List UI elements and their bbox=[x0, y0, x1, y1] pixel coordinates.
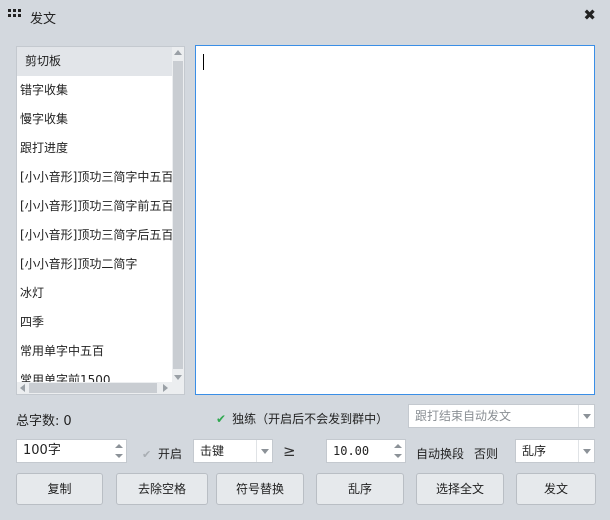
list-item[interactable]: 跟打进度 bbox=[17, 134, 173, 163]
list-item[interactable]: 常用单字中五百 bbox=[17, 337, 173, 366]
shuffle-button[interactable]: 乱序 bbox=[316, 473, 404, 505]
solo-practice-label: 独练（开启后不会发到群中） bbox=[232, 412, 389, 426]
stepper-down-icon[interactable] bbox=[115, 454, 123, 458]
order-dropdown[interactable]: 乱序 bbox=[515, 439, 595, 463]
text-caret bbox=[203, 54, 204, 70]
stepper-down-icon[interactable] bbox=[394, 454, 402, 458]
auto-switch-label: 自动换段 bbox=[416, 447, 465, 461]
total-count: 总字数: 0 bbox=[16, 410, 72, 429]
chars-per-send-stepper[interactable]: 100字 bbox=[16, 439, 127, 463]
close-icon[interactable]: ✖ bbox=[583, 6, 596, 24]
threshold-value: 10.00 bbox=[333, 444, 370, 458]
vertical-scrollbar[interactable] bbox=[172, 47, 184, 383]
chars-per-send-value: 100字 bbox=[23, 443, 61, 458]
open-label: 开启 bbox=[158, 447, 183, 461]
scroll-thumb-horizontal[interactable] bbox=[29, 383, 157, 393]
auto-send-placeholder: 跟打结束自动发文 bbox=[415, 409, 512, 423]
list-item[interactable]: 四季 bbox=[17, 308, 173, 337]
scroll-thumb[interactable] bbox=[173, 61, 183, 369]
scroll-right-icon[interactable] bbox=[163, 384, 168, 392]
list-item[interactable]: 常用单字前1500 bbox=[17, 366, 173, 383]
remove-spaces-button[interactable]: 去除空格 bbox=[116, 473, 208, 505]
total-count-value: 0 bbox=[63, 414, 72, 429]
list-item[interactable]: [小小音形]顶功三简字后五百 bbox=[17, 221, 173, 250]
total-count-label: 总字数: bbox=[16, 414, 60, 429]
copy-button[interactable]: 复制 bbox=[16, 473, 103, 505]
threshold-stepper[interactable]: 10.00 bbox=[326, 439, 406, 463]
select-all-button[interactable]: 选择全文 bbox=[416, 473, 504, 505]
check-icon: ✔ bbox=[216, 412, 227, 426]
symbol-replace-button[interactable]: 符号替换 bbox=[216, 473, 304, 505]
check-icon: ✔ bbox=[142, 448, 152, 461]
grid-icon bbox=[8, 9, 23, 22]
list-item[interactable]: [小小音形]顶功二简字 bbox=[17, 250, 173, 279]
horizontal-scrollbar[interactable] bbox=[17, 382, 184, 394]
stepper-up-icon[interactable] bbox=[394, 444, 402, 448]
trigger-dropdown[interactable]: 击键 bbox=[193, 439, 273, 463]
scroll-up-icon[interactable] bbox=[174, 50, 182, 55]
window-title: 发文 bbox=[30, 12, 57, 27]
order-value: 乱序 bbox=[522, 444, 547, 458]
send-button[interactable]: 发文 bbox=[516, 473, 596, 505]
greater-equal-symbol: ≥ bbox=[283, 442, 296, 460]
auto-send-dropdown[interactable]: 跟打结束自动发文 bbox=[408, 404, 595, 428]
text-editor[interactable] bbox=[195, 45, 595, 395]
open-checkbox[interactable]: ✔ 开启 bbox=[142, 445, 182, 462]
chevron-down-icon[interactable] bbox=[256, 440, 272, 462]
else-label: 否则 bbox=[474, 447, 499, 461]
stepper-up-icon[interactable] bbox=[115, 444, 123, 448]
trigger-value: 击键 bbox=[200, 444, 225, 458]
stepper-buttons[interactable] bbox=[112, 440, 126, 462]
title-bar: 发文 ✖ bbox=[0, 0, 610, 32]
list-item[interactable]: 慢字收集 bbox=[17, 105, 173, 134]
chevron-down-icon[interactable] bbox=[578, 405, 594, 427]
solo-practice-checkbox[interactable]: ✔ 独练（开启后不会发到群中） bbox=[216, 410, 388, 427]
scroll-down-icon[interactable] bbox=[174, 375, 182, 380]
text-source-list[interactable]: 剪切板 错字收集 慢字收集 跟打进度 [小小音形]顶功三简字中五百 [小小音形]顶功三简字… bbox=[16, 46, 185, 395]
list-item[interactable]: [小小音形]顶功三简字前五百 bbox=[17, 192, 173, 221]
list-items: 剪切板 错字收集 慢字收集 跟打进度 [小小音形]顶功三简字中五百 [小小音形]顶功三简字… bbox=[17, 47, 173, 383]
scroll-left-icon[interactable] bbox=[20, 384, 25, 392]
stepper-buttons[interactable] bbox=[391, 440, 405, 462]
chevron-down-icon[interactable] bbox=[578, 440, 594, 462]
list-item[interactable]: 错字收集 bbox=[17, 76, 173, 105]
list-item[interactable]: [小小音形]顶功三简字中五百 bbox=[17, 163, 173, 192]
list-item[interactable]: 剪切板 bbox=[17, 47, 173, 76]
list-item[interactable]: 冰灯 bbox=[17, 279, 173, 308]
